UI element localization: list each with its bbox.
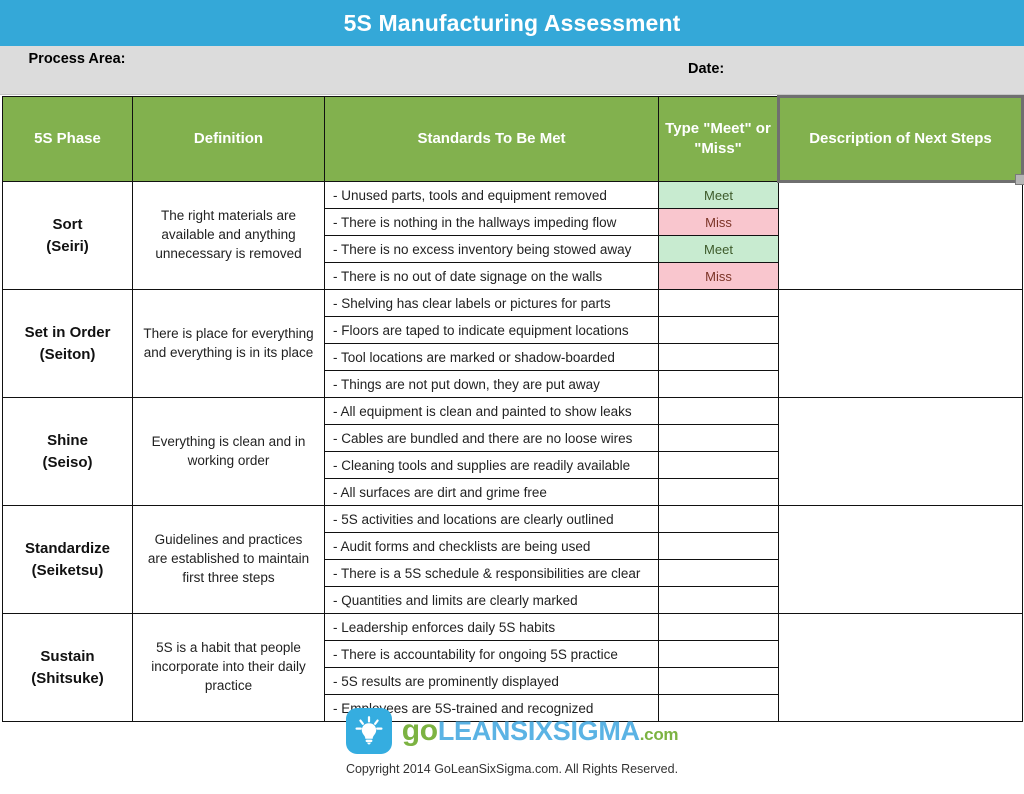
standard-cell: - Unused parts, tools and equipment remo… [324,181,659,209]
type-cell[interactable] [658,424,779,452]
phase-cell: Sort (Seiri) [2,181,133,290]
brand-go: go [401,714,438,747]
title-bar: 5S Manufacturing Assessment [0,0,1024,46]
type-cell[interactable]: Miss [658,208,779,236]
type-cell[interactable] [658,370,779,398]
type-cell[interactable]: Miss [658,262,779,290]
standard-cell: - Quantities and limits are clearly mark… [324,586,659,614]
copyright-text: Copyright 2014 GoLeanSixSigma.com. All R… [345,762,679,776]
phase-cell: Standardize (Seiketsu) [2,505,133,614]
header-standards: Standards To Be Met [324,96,659,182]
table-header-row: 5S Phase Definition Standards To Be Met … [2,95,1024,185]
standard-cell: - 5S results are prominently displayed [324,667,659,695]
standard-cell: - Floors are taped to indicate equipment… [324,316,659,344]
phase-japanese-name: (Shitsuke) [31,669,104,687]
description-cell[interactable] [778,181,1023,290]
type-cell[interactable] [658,559,779,587]
brand-logo: go LEANSIXSIGMA .com [0,706,1024,756]
definition-cell: Guidelines and practices are established… [132,505,325,614]
standard-cell: - There is no out of date signage on the… [324,262,659,290]
footer: go LEANSIXSIGMA .com Copyright 2014 GoLean… [0,706,1024,776]
phase-name: Standardize [24,539,111,557]
standard-cell: - Audit forms and checklists are being u… [324,532,659,560]
description-cell[interactable] [778,289,1023,398]
type-cell[interactable] [658,289,779,317]
header-phase: 5S Phase [2,96,133,182]
standard-cell: - Things are not put down, they are put … [324,370,659,398]
standard-cell: - Shelving has clear labels or pictures … [324,289,659,317]
assessment-table: 5S Phase Definition Standards To Be Met … [2,95,1024,722]
table-row: Sustain (Shitsuke) 5S is a habit that peop… [2,613,1023,722]
process-area-label: Process Area: [28,51,126,67]
header-description: Description of Next Steps [777,95,1024,185]
phase-japanese-name: (Seiri) [46,237,89,255]
standard-cell: - 5S activities and locations are clearl… [324,505,659,533]
phase-name: Sustain [40,647,95,665]
table-row: Standardize (Seiketsu) Guidelines and prac… [2,505,1023,614]
type-cell[interactable] [658,586,779,614]
type-cell[interactable] [658,532,779,560]
type-cell[interactable] [658,505,779,533]
table-row: Shine (Seiso) Everything is clean and in w… [2,397,1023,506]
standard-cell: - There is a 5S schedule & responsibilit… [324,559,659,587]
type-cell[interactable] [658,397,779,425]
type-cell[interactable] [658,343,779,371]
header-definition: Definition [132,96,325,182]
phase-name: Shine [47,431,88,449]
standard-cell: - Cleaning tools and supplies are readil… [324,451,659,479]
definition-cell: The right materials are available and an… [132,181,325,290]
standard-cell: - Leadership enforces daily 5S habits [324,613,659,641]
type-cell[interactable] [658,640,779,668]
standard-cell: - There is accountability for ongoing 5S… [324,640,659,668]
standard-cell: - All surfaces are dirt and grime free [324,478,659,506]
standard-cell: - There is no excess inventory being sto… [324,235,659,263]
table-row: Sort (Seiri) The right materials are avail… [2,181,1023,290]
type-cell[interactable] [658,478,779,506]
type-cell[interactable] [658,613,779,641]
selection-handle-icon[interactable] [1015,174,1024,185]
standard-cell: - There is nothing in the hallways imped… [324,208,659,236]
header-type: Type "Meet" or "Miss" [658,96,779,182]
description-cell[interactable] [778,505,1023,614]
brand-lean: LEANSIXSIGMA [437,716,640,746]
definition-cell: Everything is clean and in working order [132,397,325,506]
description-cell[interactable] [778,397,1023,506]
phase-cell: Shine (Seiso) [2,397,133,506]
assessment-page: 5S Manufacturing Assessment Process Area… [0,0,1024,794]
standard-cell: - Cables are bundled and there are no lo… [324,424,659,452]
lightbulb-icon [345,708,392,754]
phase-name: Sort [52,215,83,233]
type-cell[interactable]: Meet [658,181,779,209]
type-cell[interactable] [658,451,779,479]
standard-cell: - All equipment is clean and painted to … [324,397,659,425]
brand-com: .com [639,725,679,744]
standard-cell: - Tool locations are marked or shadow-bo… [324,343,659,371]
brand-wordmark: go LEANSIXSIGMA .com [401,714,679,747]
page-title: 5S Manufacturing Assessment [343,9,681,36]
header-description-label: Description of Next Steps [809,129,992,147]
phase-name: Set in Order [24,323,111,341]
table-row: Set in Order (Seiton) There is place for e… [2,289,1023,398]
info-bar: Process Area: Date: [0,46,1024,95]
phase-japanese-name: (Seiketsu) [31,561,104,579]
date-label: Date: [688,61,725,77]
type-cell[interactable]: Meet [658,235,779,263]
phase-japanese-name: (Seiso) [42,453,93,471]
phase-japanese-name: (Seiton) [39,345,96,363]
definition-cell: There is place for everything and everyt… [132,289,325,398]
type-cell[interactable] [658,316,779,344]
phase-cell: Set in Order (Seiton) [2,289,133,398]
type-cell[interactable] [658,667,779,695]
